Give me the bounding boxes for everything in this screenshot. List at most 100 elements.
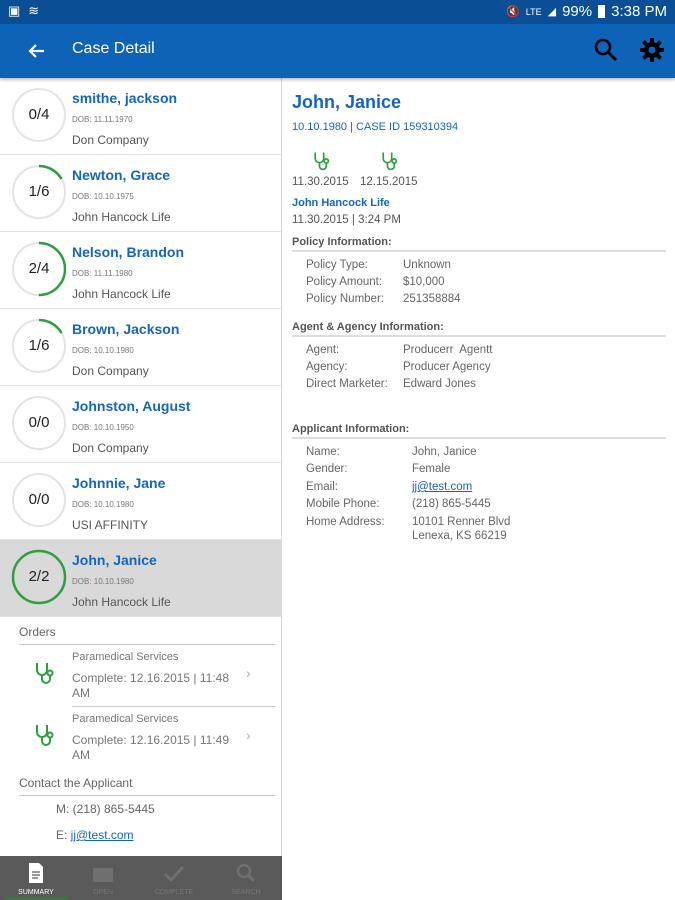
case-row[interactable]: 2/2 John, Janice DOB: 10.10.1980 John Hanco…: [0, 540, 281, 617]
tab-label: COMPLETE: [154, 889, 194, 896]
case-company: USI AFFINITY: [72, 518, 149, 532]
order-date: 11.30.2015: [292, 176, 349, 188]
order-item[interactable]: Paramedical Services Complete: 12.16.201…: [0, 645, 281, 705]
contact-phone[interactable]: M: (218) 865-5445: [56, 802, 155, 816]
case-name: Brown, Jackson: [72, 321, 180, 337]
page-title: Case Detail: [72, 40, 155, 57]
policy-type-value: Unknown: [403, 259, 451, 271]
case-name: John, Janice: [72, 552, 157, 568]
case-row[interactable]: 1/6 Brown, Jackson DOB: 10.10.1980 Don Comp…: [0, 309, 281, 386]
name-value: John, Janice: [412, 446, 477, 458]
policy-number-label: Policy Number:: [306, 293, 384, 305]
case-company: Don Company: [72, 133, 149, 147]
case-name: Johnnie, Jane: [72, 475, 166, 491]
agency-value: Producer Agency: [403, 361, 491, 373]
case-list: 0/4 smithe, jackson DOB: 11.11.1970 Don Com…: [0, 78, 281, 617]
case-dob: DOB: 10.10.1980: [72, 500, 134, 509]
email-link[interactable]: jj@test.com: [412, 481, 472, 493]
chevron-right-icon: ›: [246, 727, 251, 743]
case-dob: DOB: 11.11.1980: [72, 269, 133, 278]
email-value: jj@test.com: [412, 481, 472, 493]
progress-label: 0/0: [28, 414, 50, 431]
bottom-nav: SUMMARY OPEN COMPLETE SEARCH: [0, 856, 282, 900]
signal-icon: ◢: [547, 6, 557, 18]
case-name: Johnston, August: [72, 398, 191, 414]
app-bar: Case Detail: [0, 24, 675, 78]
folder-icon: [93, 862, 113, 884]
section-divider: [292, 437, 666, 439]
case-row[interactable]: 0/0 Johnston, August DOB: 10.10.1950 Don Co…: [0, 386, 281, 463]
search-icon[interactable]: [592, 36, 620, 64]
mute-icon: 🔇: [506, 6, 520, 18]
direct-marketer-label: Direct Marketer:: [306, 378, 388, 390]
mobile-phone-label: Mobile Phone:: [306, 498, 380, 510]
case-dob: DOB: 10.10.1950: [72, 423, 134, 432]
case-dob: DOB: 10.10.1975: [72, 192, 134, 201]
battery-icon: [598, 5, 606, 18]
case-row[interactable]: 1/6 Newton, Grace DOB: 10.10.1975 John Hanc…: [0, 155, 281, 232]
status-bar: ▣ ≋ 🔇 LTE ◢ 99% 3:38 PM: [0, 0, 675, 24]
home-address-line2: Lenexa, KS 66219: [412, 530, 507, 542]
case-timestamp: 11.30.2015 | 3:24 PM: [292, 214, 401, 226]
order-status: Complete: 12.16.2015 | 11:48 AM: [72, 671, 230, 700]
lte-icon: LTE: [525, 6, 542, 17]
case-company: Don Company: [72, 441, 149, 455]
case-row[interactable]: 2/4 Nelson, Brandon DOB: 11.11.1980 John Ha…: [0, 232, 281, 309]
order-item[interactable]: Paramedical Services Complete: 12.16.201…: [0, 707, 281, 767]
stethoscope-icon: [32, 722, 58, 748]
stethoscope-icon: [379, 150, 401, 172]
progress-label: 1/6: [28, 183, 50, 200]
case-name: Newton, Grace: [72, 167, 171, 183]
tab-label: SEARCH: [231, 889, 261, 896]
tab-complete[interactable]: COMPLETE: [139, 856, 209, 900]
contact-divider: [19, 795, 276, 796]
agent-heading: Agent & Agency Information:: [292, 321, 444, 333]
direct-marketer-value: Edward Jones: [403, 378, 476, 390]
tab-search[interactable]: SEARCH: [211, 856, 281, 900]
agency-label: Agency:: [306, 361, 348, 373]
chevron-right-icon: ›: [246, 665, 251, 681]
case-name: smithe, jackson: [72, 90, 178, 106]
order-date: 12.15.2015: [360, 176, 418, 188]
policy-type-label: Policy Type:: [306, 259, 368, 271]
stethoscope-icon: [311, 150, 333, 172]
case-company: Don Company: [72, 364, 149, 378]
name-label: Name:: [306, 446, 340, 458]
case-dob: DOB: 11.11.1970: [72, 115, 133, 124]
email-label: Email:: [306, 481, 338, 493]
case-row[interactable]: 0/0 Johnnie, Jane DOB: 10.10.1980 USI AFFIN…: [0, 463, 281, 540]
tab-label: OPEN: [93, 889, 113, 896]
tab-summary[interactable]: SUMMARY: [1, 856, 71, 900]
progress-label: 0/0: [28, 491, 50, 508]
case-dob: DOB: 10.10.1980: [72, 577, 134, 586]
case-company: John Hancock Life: [72, 595, 171, 609]
contact-email-link[interactable]: jj@test.com: [71, 828, 134, 842]
tab-label: SUMMARY: [18, 889, 54, 896]
orders-heading: Orders: [19, 625, 56, 639]
stethoscope-icon: [32, 660, 58, 686]
clock: 3:38 PM: [611, 3, 667, 20]
agent-label: Agent:: [306, 344, 340, 356]
case-list-pane: 0/4 smithe, jackson DOB: 11.11.1970 Don Com…: [0, 78, 282, 856]
section-divider: [292, 335, 666, 337]
contact-email: E: jj@test.com: [56, 828, 134, 842]
gender-label: Gender:: [306, 463, 348, 475]
gender-value: Female: [412, 463, 451, 475]
mobile-phone-value[interactable]: (218) 865-5445: [412, 498, 491, 510]
applicant-heading: Applicant Information:: [292, 423, 410, 435]
policy-amount-label: Policy Amount:: [306, 276, 383, 288]
case-detail-pane: John, Janice 10.10.1980 | CASE ID 159310…: [283, 78, 675, 900]
checkmark-icon: [163, 862, 185, 884]
case-row[interactable]: 0/4 smithe, jackson DOB: 11.11.1970 Don Com…: [0, 78, 281, 155]
tab-open[interactable]: OPEN: [68, 856, 138, 900]
case-company: John Hancock Life: [72, 287, 171, 301]
order-title: Paramedical Services: [72, 651, 179, 663]
home-address-label: Home Address:: [306, 516, 385, 528]
progress-label: 2/2: [28, 568, 50, 585]
image-icon: ▣: [8, 3, 21, 18]
back-arrow-icon[interactable]: [22, 37, 50, 65]
gear-icon[interactable]: [638, 36, 666, 64]
case-dob: DOB: 10.10.1980: [72, 346, 134, 355]
policy-number-value: 251358884: [403, 293, 461, 305]
contact-email-prefix: E:: [56, 828, 71, 842]
